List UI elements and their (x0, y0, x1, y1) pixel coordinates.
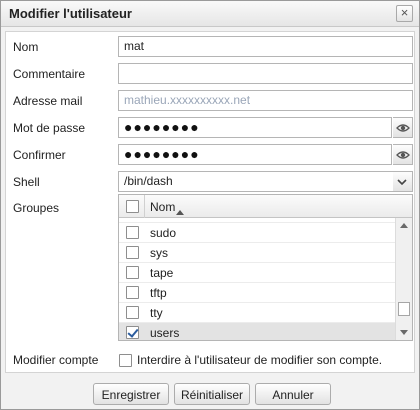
row-checkbox[interactable] (126, 246, 139, 259)
row-checkbox[interactable] (126, 306, 139, 319)
shell-label: Shell (13, 175, 40, 189)
select-all-checkbox[interactable] (126, 200, 139, 213)
row-checkbox[interactable] (126, 326, 139, 339)
group-name: sys (150, 246, 168, 260)
shell-select[interactable]: /bin/dash (118, 171, 413, 192)
group-name: tftp (150, 286, 167, 300)
close-icon: × (400, 5, 409, 20)
row-checkbox[interactable] (126, 226, 139, 239)
confirm-field[interactable]: ●●●●●●●● (118, 144, 392, 165)
sort-ascending-icon[interactable] (176, 204, 184, 218)
table-row[interactable]: tty (119, 303, 395, 323)
password-label: Mot de passe (13, 121, 86, 135)
groupes-label: Groupes (13, 201, 60, 215)
confirm-input: ●●●●●●●● (118, 144, 413, 165)
password-input: ●●●●●●●● (118, 117, 413, 138)
email-field[interactable]: mathieu.xxxxxxxxxx.net (118, 90, 413, 111)
table-row[interactable]: sudo (119, 223, 395, 243)
save-button[interactable]: Enregistrer (93, 383, 169, 405)
form-panel: Nom mat Commentaire Adresse mail mathieu… (5, 31, 415, 373)
chevron-down-icon[interactable] (393, 171, 413, 192)
table-row[interactable]: tape (119, 263, 395, 283)
eye-icon[interactable] (393, 144, 413, 165)
column-separator (144, 195, 145, 218)
nom-field[interactable]: mat (118, 36, 413, 57)
grid-header: Nom (119, 195, 412, 218)
modify-account-checkbox-label[interactable]: Interdire à l'utilisateur de modifier so… (137, 353, 382, 367)
group-name: sudo (150, 226, 177, 240)
groups-grid: Nom sudo sys tape tftp tty users (118, 194, 413, 341)
table-row[interactable]: tftp (119, 283, 395, 303)
group-name: tty (150, 306, 163, 320)
email-label: Adresse mail (13, 94, 83, 108)
grid-scrollbar[interactable] (395, 218, 412, 340)
edit-user-dialog: Modifier l'utilisateur × Nom mat Comment… (0, 0, 420, 410)
group-name: tape (150, 266, 174, 280)
modify-account-label: Modifier compte (13, 353, 99, 367)
confirm-label: Confirmer (13, 148, 66, 162)
row-checkbox[interactable] (126, 286, 139, 299)
table-row[interactable]: users (119, 323, 395, 340)
dialog-titlebar[interactable]: Modifier l'utilisateur × (1, 1, 419, 27)
row-checkbox[interactable] (126, 266, 139, 279)
commentaire-label: Commentaire (13, 67, 86, 81)
dialog-footer: Enregistrer Réinitialiser Annuler (1, 375, 419, 409)
group-name: users (150, 326, 180, 340)
modify-account-checkbox[interactable] (119, 354, 132, 367)
scroll-up-icon[interactable] (400, 223, 408, 228)
eye-icon[interactable] (393, 117, 413, 138)
scroll-down-icon[interactable] (400, 330, 408, 335)
cancel-button[interactable]: Annuler (255, 383, 331, 405)
close-button[interactable]: × (396, 5, 413, 22)
password-field[interactable]: ●●●●●●●● (118, 117, 392, 138)
dialog-title: Modifier l'utilisateur (9, 6, 132, 21)
nom-label: Nom (13, 40, 39, 54)
commentaire-field[interactable] (118, 63, 413, 84)
scroll-thumb[interactable] (398, 302, 410, 316)
reset-button[interactable]: Réinitialiser (174, 383, 250, 405)
table-row[interactable]: sys (119, 243, 395, 263)
shell-field[interactable]: /bin/dash (118, 171, 394, 192)
column-header-nom[interactable]: Nom (150, 200, 175, 214)
